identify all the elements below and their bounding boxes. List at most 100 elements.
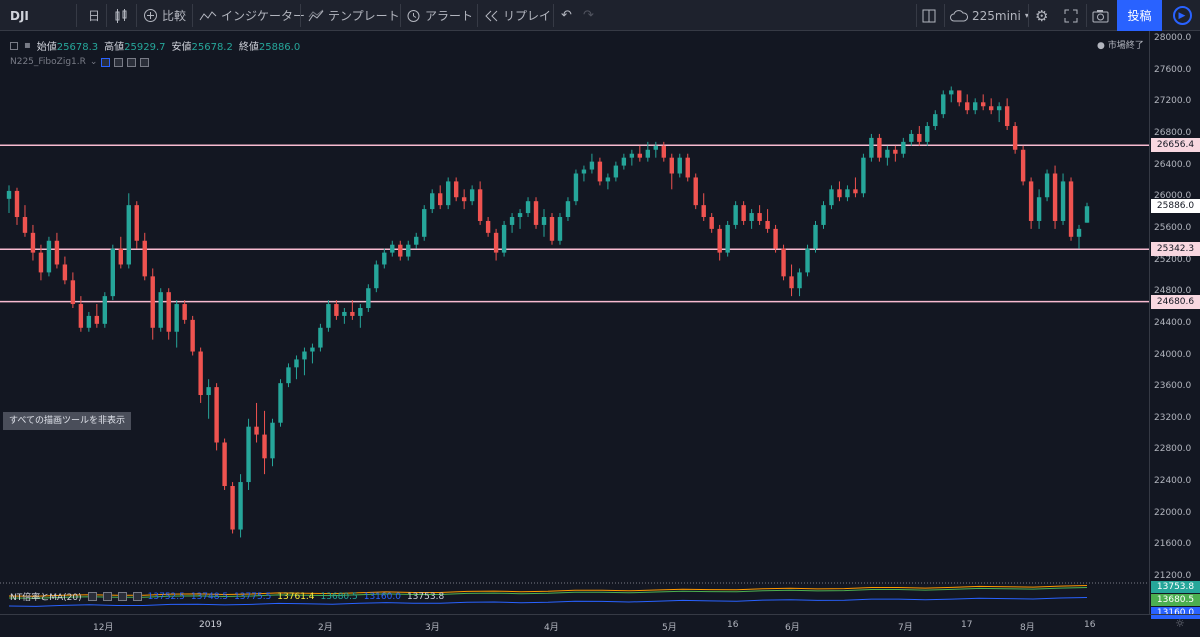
interval-button[interactable]: 日: [88, 0, 100, 31]
alarm-clock-icon: [407, 10, 420, 22]
templates-button[interactable]: テンプレート: [308, 0, 400, 31]
close-icon[interactable]: [140, 57, 150, 67]
publish-button[interactable]: 投稿: [1117, 0, 1162, 31]
candle-body: [318, 327, 323, 348]
candle: [445, 177, 451, 210]
candle: [1076, 224, 1082, 249]
candle-body: [917, 133, 922, 142]
collapse-legend-icon[interactable]: [10, 41, 18, 50]
candle-body: [885, 149, 890, 158]
source-code-icon[interactable]: [117, 592, 127, 601]
candle: [805, 244, 810, 277]
alert-label: アラート: [425, 9, 474, 23]
candle: [406, 240, 411, 261]
candle-body: [38, 252, 44, 273]
sub-value: 13761.4: [277, 591, 315, 602]
layout-select-button[interactable]: [922, 0, 936, 31]
chart-settings-gear-icon[interactable]: ☼: [1175, 617, 1185, 630]
candle: [102, 292, 108, 328]
settings-button[interactable]: ⚙: [1035, 0, 1048, 31]
candle-body: [581, 169, 587, 174]
indicators-button[interactable]: インジケーター: [199, 0, 305, 31]
candle-body: [733, 205, 738, 225]
candle: [845, 185, 850, 202]
candle-body: [94, 315, 100, 324]
visibility-icon[interactable]: [87, 592, 97, 601]
candle: [278, 379, 283, 427]
indicator-name[interactable]: N225_FiboZig1.R: [10, 57, 86, 67]
settings-icon[interactable]: [102, 592, 112, 601]
alert-button[interactable]: アラート: [406, 0, 473, 31]
sub-indicator-tag: 13753.8: [1151, 581, 1200, 593]
candle-body: [238, 482, 243, 530]
high-value: 25929.7: [124, 42, 166, 53]
candle: [390, 240, 395, 257]
snapshot-button[interactable]: [1092, 0, 1109, 31]
undo-button[interactable]: ↶: [561, 0, 572, 31]
price-chart[interactable]: [0, 31, 1149, 614]
candle-body: [749, 213, 754, 221]
candle: [366, 284, 371, 312]
candle: [941, 90, 946, 119]
candle: [70, 272, 76, 308]
compare-label: 比較: [162, 9, 187, 23]
candle: [917, 126, 922, 146]
candle: [214, 383, 219, 451]
layout-name: 225mini: [972, 8, 1021, 23]
candle: [573, 169, 579, 206]
close-icon[interactable]: [132, 592, 142, 601]
toolbar-divider: [76, 4, 77, 27]
candle-body: [901, 141, 906, 154]
candle: [94, 304, 100, 328]
candle-body: [406, 244, 411, 257]
candle: [86, 311, 92, 332]
candle-body: [70, 280, 76, 305]
candle-body: [877, 137, 882, 158]
candle: [1012, 122, 1018, 154]
time-axis[interactable]: 12月 2019 2月 3月 4月 5月 16 6月 7月 17 8月 16: [0, 614, 1200, 637]
price-axis-label: 22400.0: [1154, 476, 1192, 487]
candle-body: [541, 217, 547, 225]
candle-body: [1076, 228, 1082, 237]
candle: [677, 153, 682, 178]
toolbar-divider: [136, 4, 137, 27]
candle-body: [805, 248, 810, 273]
candle: [469, 185, 475, 206]
toolbar-divider: [106, 4, 107, 27]
candle-body: [725, 224, 730, 253]
replay-button[interactable]: リプレイ: [485, 0, 551, 31]
candle: [749, 209, 754, 229]
compare-button[interactable]: 比較: [143, 0, 186, 31]
candle-body: [589, 161, 595, 170]
chart-style-button[interactable]: [114, 0, 128, 31]
candle-body: [941, 94, 946, 115]
candle: [310, 343, 315, 364]
candle: [1028, 177, 1034, 229]
toolbar-divider: [1086, 4, 1087, 27]
price-axis[interactable]: 28000.0 27600.0 27200.0 26800.0 26400.0 26000…: [1149, 31, 1200, 619]
source-code-icon[interactable]: [127, 57, 137, 67]
candle: [414, 232, 419, 249]
chevron-down-icon[interactable]: ⌄: [90, 57, 98, 67]
candle: [206, 379, 211, 419]
candle-body: [342, 311, 347, 316]
fullscreen-button[interactable]: [1064, 0, 1078, 31]
candle: [477, 181, 483, 225]
candle-body: [853, 189, 858, 194]
symbol-search-button[interactable]: DJI: [10, 0, 29, 31]
settings-icon[interactable]: [114, 57, 124, 67]
candle: [1052, 165, 1058, 229]
candle-body: [86, 315, 92, 328]
candle: [685, 153, 690, 182]
sub-indicator-name[interactable]: NT倍率とMA(20): [10, 590, 82, 603]
candle: [877, 133, 882, 162]
candle: [725, 220, 730, 257]
candle: [254, 402, 259, 443]
play-button[interactable]: ▶: [1164, 0, 1200, 31]
visibility-icon[interactable]: [101, 57, 111, 67]
candle: [110, 244, 116, 301]
candle-body: [1020, 149, 1026, 182]
redo-button[interactable]: ↷: [583, 0, 594, 31]
candle-body: [445, 181, 451, 206]
save-layout-button[interactable]: 225mini ▾: [950, 0, 1029, 31]
